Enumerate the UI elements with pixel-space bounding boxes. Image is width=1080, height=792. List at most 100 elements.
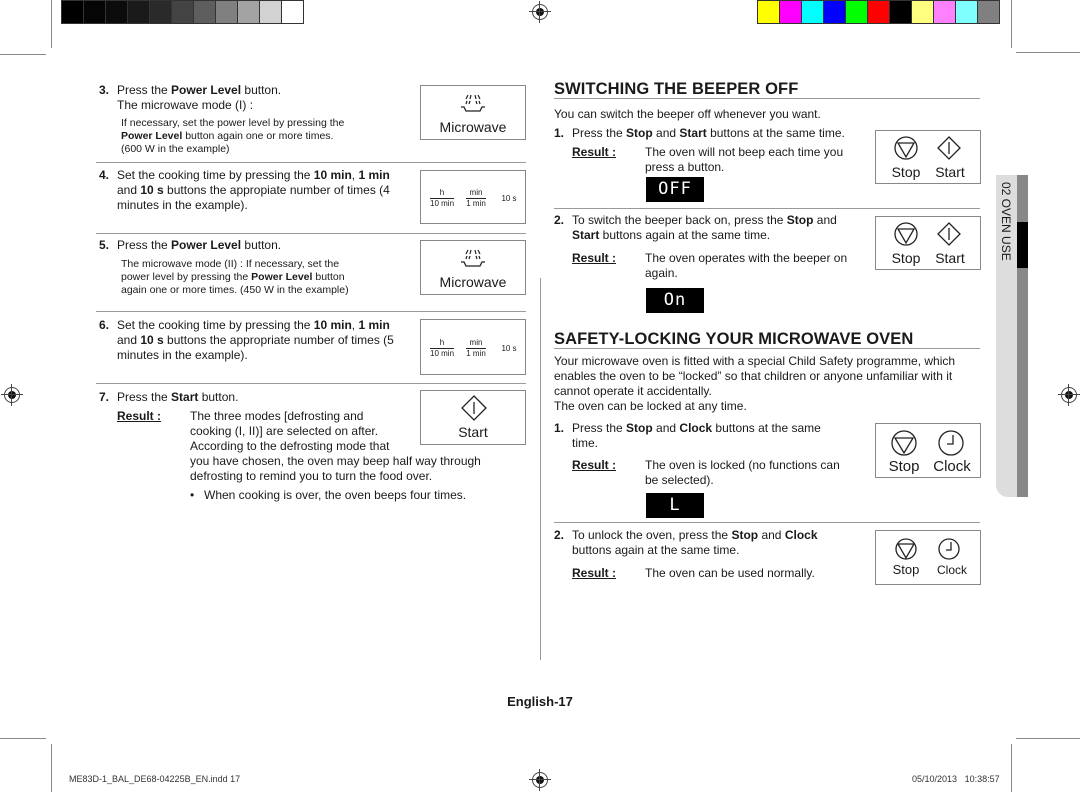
time-buttons-illustration: h 10 min min 1 min 10 s bbox=[420, 319, 526, 375]
lock-step-2: 2. To unlock the oven, press the Stop an… bbox=[554, 528, 818, 580]
microwave-label: Microwave bbox=[439, 119, 507, 135]
color-calibration-bar bbox=[757, 0, 1000, 24]
start-label: Start bbox=[935, 250, 965, 266]
divider bbox=[96, 311, 526, 312]
crop-mark bbox=[51, 744, 52, 792]
color-swatch bbox=[912, 1, 933, 23]
ten-s-button: 10 s bbox=[501, 194, 517, 203]
registration-mark-icon bbox=[1058, 384, 1080, 406]
beeper-step-1: 1. Press the Stop and Start buttons at t… bbox=[554, 126, 845, 174]
color-swatch bbox=[824, 1, 845, 23]
crop-mark bbox=[0, 54, 46, 55]
start-icon bbox=[937, 222, 961, 246]
color-swatch bbox=[890, 1, 911, 23]
result-label: Result : bbox=[572, 145, 617, 159]
color-swatch bbox=[128, 1, 149, 23]
crop-mark bbox=[1011, 744, 1012, 792]
ten-min-button: h 10 min bbox=[430, 188, 455, 208]
heading-rule bbox=[554, 348, 980, 349]
clock-label: Clock bbox=[936, 563, 967, 577]
crop-mark bbox=[1016, 52, 1080, 53]
registration-mark-icon bbox=[529, 1, 551, 23]
chapter-tab-label: 02 OVEN USE bbox=[999, 182, 1013, 261]
divider bbox=[554, 522, 980, 523]
result-label: Result : bbox=[572, 251, 617, 265]
color-swatch bbox=[238, 1, 259, 23]
one-min-button: min 1 min bbox=[466, 188, 486, 208]
divider bbox=[96, 162, 526, 163]
start-label: Start bbox=[935, 164, 965, 180]
color-swatch bbox=[978, 1, 999, 23]
color-swatch bbox=[802, 1, 823, 23]
column-divider bbox=[540, 278, 541, 660]
result-label: Result : bbox=[117, 409, 162, 423]
microwave-label: Microwave bbox=[439, 274, 507, 290]
stop-label: Stop bbox=[888, 458, 920, 475]
stop-icon bbox=[895, 538, 917, 560]
color-swatch bbox=[846, 1, 867, 23]
registration-mark-icon bbox=[1, 384, 23, 406]
color-swatch bbox=[868, 1, 889, 23]
display-off: OFF bbox=[646, 177, 704, 202]
display-lock: L bbox=[646, 493, 704, 518]
start-label: Start bbox=[458, 424, 488, 440]
heading-rule bbox=[554, 98, 980, 99]
divider bbox=[96, 383, 526, 384]
stop-label: Stop bbox=[891, 250, 921, 266]
crop-mark bbox=[1011, 0, 1012, 48]
ten-min-button: h 10 min bbox=[430, 338, 455, 358]
beeper-intro: You can switch the beeper off whenever y… bbox=[554, 107, 821, 121]
color-swatch bbox=[780, 1, 801, 23]
section-heading-beeper: SWITCHING THE BEEPER OFF bbox=[554, 80, 799, 98]
clock-label: Clock bbox=[933, 458, 971, 475]
step-6: 6. Set the cooking time by pressing the … bbox=[99, 318, 394, 362]
grayscale-calibration-bar bbox=[61, 0, 304, 24]
one-min-button: min 1 min bbox=[466, 338, 486, 358]
result-label: Result : bbox=[572, 566, 617, 580]
ten-s-button: 10 s bbox=[501, 344, 517, 353]
color-swatch bbox=[934, 1, 955, 23]
page-number: English-17 bbox=[507, 694, 573, 709]
lock-step-1: 1. Press the Stop and Clock buttons at t… bbox=[554, 421, 840, 487]
divider bbox=[96, 233, 526, 234]
divider bbox=[554, 208, 980, 209]
color-swatch bbox=[84, 1, 105, 23]
color-swatch bbox=[956, 1, 977, 23]
color-swatch bbox=[172, 1, 193, 23]
microwave-button-illustration: Microwave bbox=[420, 85, 526, 140]
time-buttons-illustration: h 10 min min 1 min 10 s bbox=[420, 170, 526, 224]
crop-mark bbox=[1016, 738, 1080, 739]
color-swatch bbox=[216, 1, 237, 23]
color-swatch bbox=[194, 1, 215, 23]
stop-clock-illustration: Stop Clock bbox=[875, 423, 981, 478]
stop-start-illustration: Stop Start bbox=[875, 130, 981, 184]
start-icon bbox=[937, 136, 961, 160]
section-heading-lock: SAFETY-LOCKING YOUR MICROWAVE OVEN bbox=[554, 330, 914, 348]
stop-label: Stop bbox=[892, 562, 920, 577]
color-swatch bbox=[758, 1, 779, 23]
color-swatch bbox=[106, 1, 127, 23]
beeper-step-2: 2. To switch the beeper back on, press t… bbox=[554, 213, 848, 280]
start-icon bbox=[461, 395, 487, 421]
registration-mark-icon bbox=[529, 769, 551, 791]
step-3: 3. Press the Power Level button. The mic… bbox=[99, 83, 345, 155]
step-4: 4. Set the cooking time by pressing the … bbox=[99, 168, 390, 212]
clock-icon bbox=[938, 430, 964, 456]
microwave-waves-icon bbox=[461, 94, 485, 112]
color-swatch bbox=[150, 1, 171, 23]
step-5: 5. Press the Power Level button. The mic… bbox=[99, 238, 349, 296]
color-swatch bbox=[62, 1, 83, 23]
bullet-item: • When cooking is over, the oven beeps fo… bbox=[190, 488, 467, 502]
stop-icon bbox=[894, 136, 918, 160]
stop-clock-illustration: Stop Clock bbox=[875, 530, 981, 585]
display-on: On bbox=[646, 288, 704, 313]
microwave-waves-icon bbox=[461, 249, 485, 267]
stop-icon bbox=[891, 430, 917, 456]
stop-label: Stop bbox=[891, 164, 921, 180]
stop-icon bbox=[894, 222, 918, 246]
color-swatch bbox=[282, 1, 303, 23]
clock-icon bbox=[938, 538, 960, 560]
file-name: ME83D-1_BAL_DE68-04225B_EN.indd 17 bbox=[69, 774, 241, 784]
crop-mark bbox=[51, 0, 52, 48]
microwave-button-illustration: Microwave bbox=[420, 240, 526, 295]
